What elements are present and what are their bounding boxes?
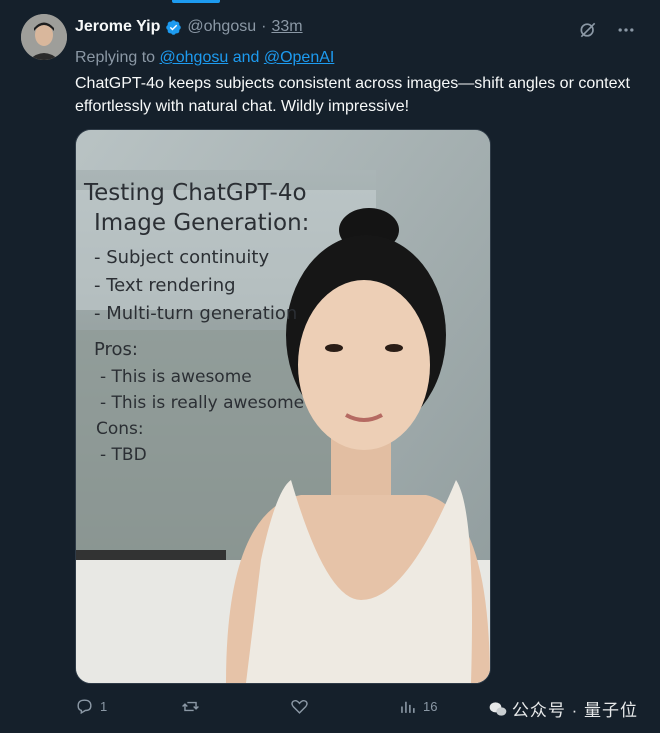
replying-prefix: Replying to (75, 49, 156, 66)
whiteboard-line: - This is really awesome (100, 393, 305, 413)
tweet-text: ChatGPT-4o keeps subjects consistent acr… (75, 75, 630, 115)
whiteboard-line: - TBD (100, 445, 147, 465)
whiteboard-line: Pros: (94, 339, 138, 360)
views-button[interactable]: 16 (398, 694, 437, 718)
watermark: 公众号 · 量子位 (488, 696, 638, 721)
replying-to: Replying to @ohgosu and @OpenAI (75, 49, 334, 67)
tweet-image[interactable]: Testing ChatGPT-4o Image Generation: - S… (75, 129, 491, 684)
heart-icon (291, 699, 308, 714)
timestamp[interactable]: 33m (271, 18, 302, 36)
reply-count: 1 (100, 698, 108, 714)
tweet: Jerome Yip @ohgosu · 33m Replying to @oh… (0, 0, 660, 733)
retweet-button[interactable] (181, 694, 206, 718)
views-icon (401, 701, 415, 713)
reply-mention-1[interactable]: @ohgosu (160, 49, 229, 66)
verified-badge-icon (165, 19, 182, 36)
replying-and: and (232, 49, 260, 66)
avatar-image (21, 14, 67, 60)
avatar[interactable] (21, 14, 67, 60)
header-separator: · (261, 18, 267, 35)
more-options-icon[interactable] (616, 20, 636, 40)
whiteboard-line: - Multi-turn generation (94, 303, 298, 324)
wechat-icon (489, 701, 507, 716)
whiteboard-line: - This is awesome (100, 367, 252, 387)
watermark-text: 公众号 · 量子位 (511, 701, 638, 720)
reply-button[interactable]: 1 (75, 694, 107, 718)
whiteboard-line: Image Generation: (94, 210, 310, 236)
view-count: 16 (423, 698, 438, 714)
author-handle[interactable]: @ohgosu (187, 18, 256, 36)
whiteboard-line: - Text rendering (94, 275, 236, 296)
tweet-top-actions (578, 20, 636, 40)
whiteboard-line: Cons: (96, 419, 144, 439)
whiteboard-line: Testing ChatGPT-4o (84, 180, 307, 206)
whiteboard-line: - Subject continuity (94, 247, 270, 268)
author-name[interactable]: Jerome Yip (75, 18, 160, 36)
tweet-header: Jerome Yip @ohgosu · 33m (75, 16, 303, 38)
grok-icon[interactable] (578, 20, 598, 40)
reply-icon (77, 698, 92, 714)
retweet-icon (182, 701, 199, 711)
like-button[interactable] (290, 694, 315, 718)
reply-mention-2[interactable]: @OpenAI (264, 49, 335, 66)
